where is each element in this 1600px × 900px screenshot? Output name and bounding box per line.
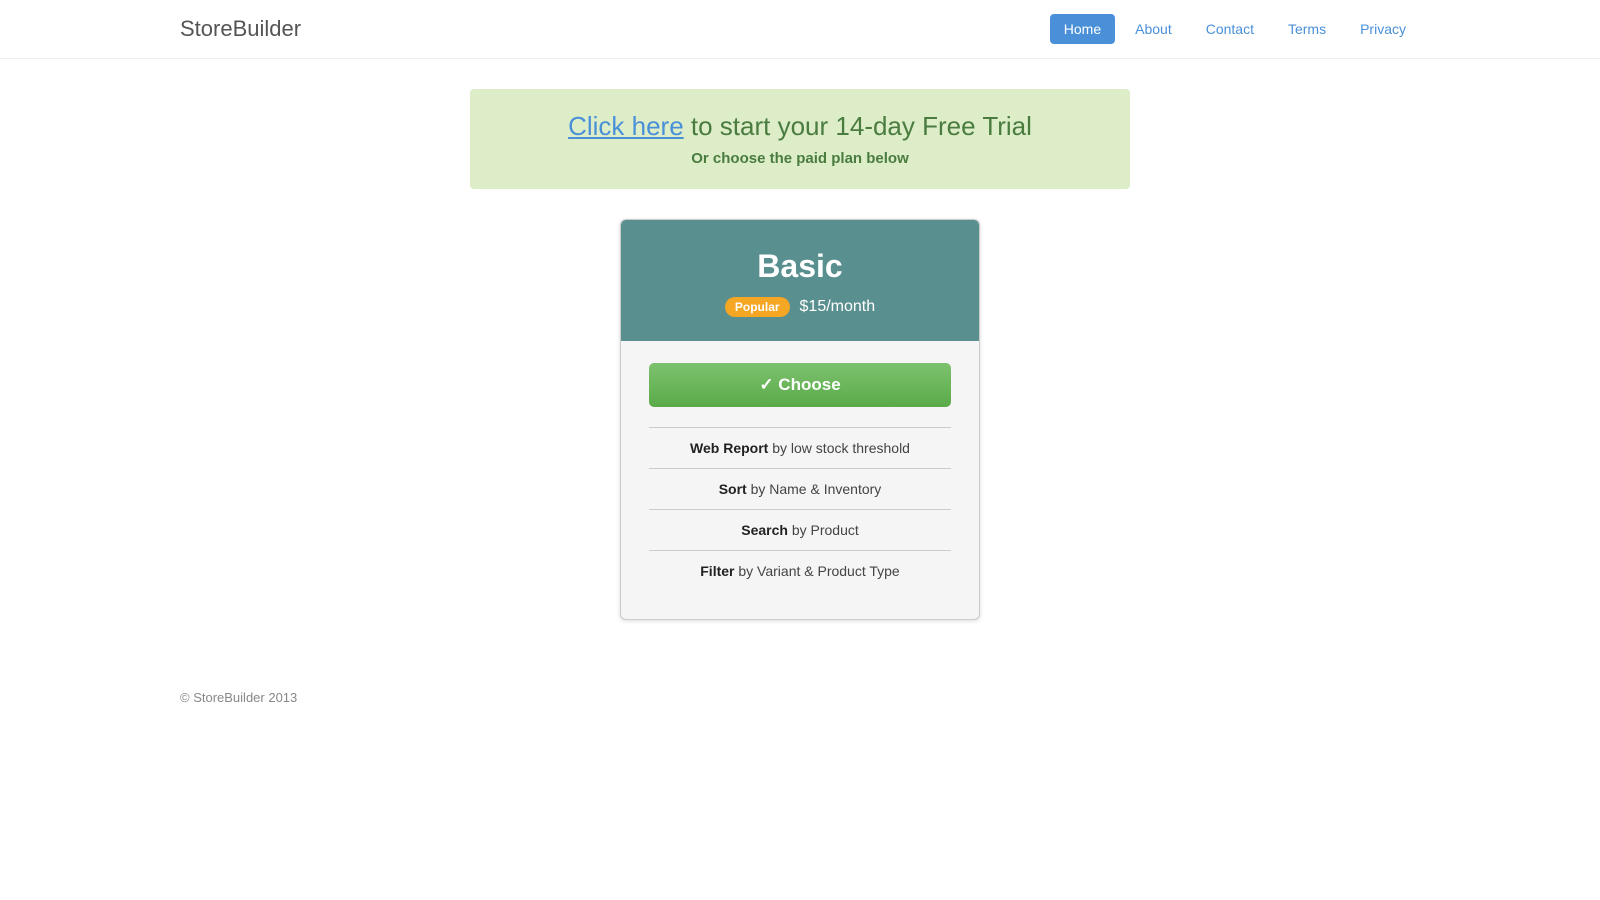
- plan-price: $15/month: [800, 298, 876, 316]
- plan-name: Basic: [641, 248, 959, 285]
- app-logo: StoreBuilder: [180, 16, 301, 42]
- feature-bold-1: Web Report: [690, 440, 768, 456]
- banner-text: to start your 14-day Free Trial: [684, 111, 1032, 141]
- nav-links: Home About Contact Terms Privacy: [1050, 14, 1420, 44]
- feature-web-report: Web Report by low stock threshold: [649, 427, 951, 468]
- feature-rest-4: by Variant & Product Type: [734, 563, 899, 579]
- feature-rest-3: by Product: [788, 522, 859, 538]
- footer-copyright: © StoreBuilder 2013: [180, 690, 297, 705]
- feature-sort: Sort by Name & Inventory: [649, 468, 951, 509]
- nav-contact[interactable]: Contact: [1192, 14, 1268, 44]
- nav-terms[interactable]: Terms: [1274, 14, 1340, 44]
- nav-home[interactable]: Home: [1050, 14, 1115, 44]
- promo-banner: Click here to start your 14-day Free Tri…: [470, 89, 1130, 189]
- free-trial-link[interactable]: Click here: [568, 111, 684, 141]
- feature-bold-4: Filter: [700, 563, 734, 579]
- plan-card-header: Basic Popular $15/month: [621, 220, 979, 341]
- feature-rest-2: by Name & Inventory: [747, 481, 882, 497]
- plan-pricing: Popular $15/month: [641, 297, 959, 317]
- feature-filter: Filter by Variant & Product Type: [649, 550, 951, 591]
- feature-bold-2: Sort: [719, 481, 747, 497]
- nav-about[interactable]: About: [1121, 14, 1186, 44]
- feature-search: Search by Product: [649, 509, 951, 550]
- choose-button[interactable]: ✓ Choose: [649, 363, 951, 407]
- nav-privacy[interactable]: Privacy: [1346, 14, 1420, 44]
- plan-card-wrapper: Basic Popular $15/month ✓ Choose Web Rep…: [0, 219, 1600, 620]
- feature-rest-1: by low stock threshold: [768, 440, 910, 456]
- feature-bold-3: Search: [741, 522, 788, 538]
- plan-card: Basic Popular $15/month ✓ Choose Web Rep…: [620, 219, 980, 620]
- banner-subtitle: Or choose the paid plan below: [500, 150, 1100, 167]
- feature-list: Web Report by low stock threshold Sort b…: [649, 427, 951, 591]
- banner-title: Click here to start your 14-day Free Tri…: [500, 111, 1100, 142]
- popular-badge: Popular: [725, 297, 790, 317]
- plan-card-body: ✓ Choose Web Report by low stock thresho…: [621, 341, 979, 619]
